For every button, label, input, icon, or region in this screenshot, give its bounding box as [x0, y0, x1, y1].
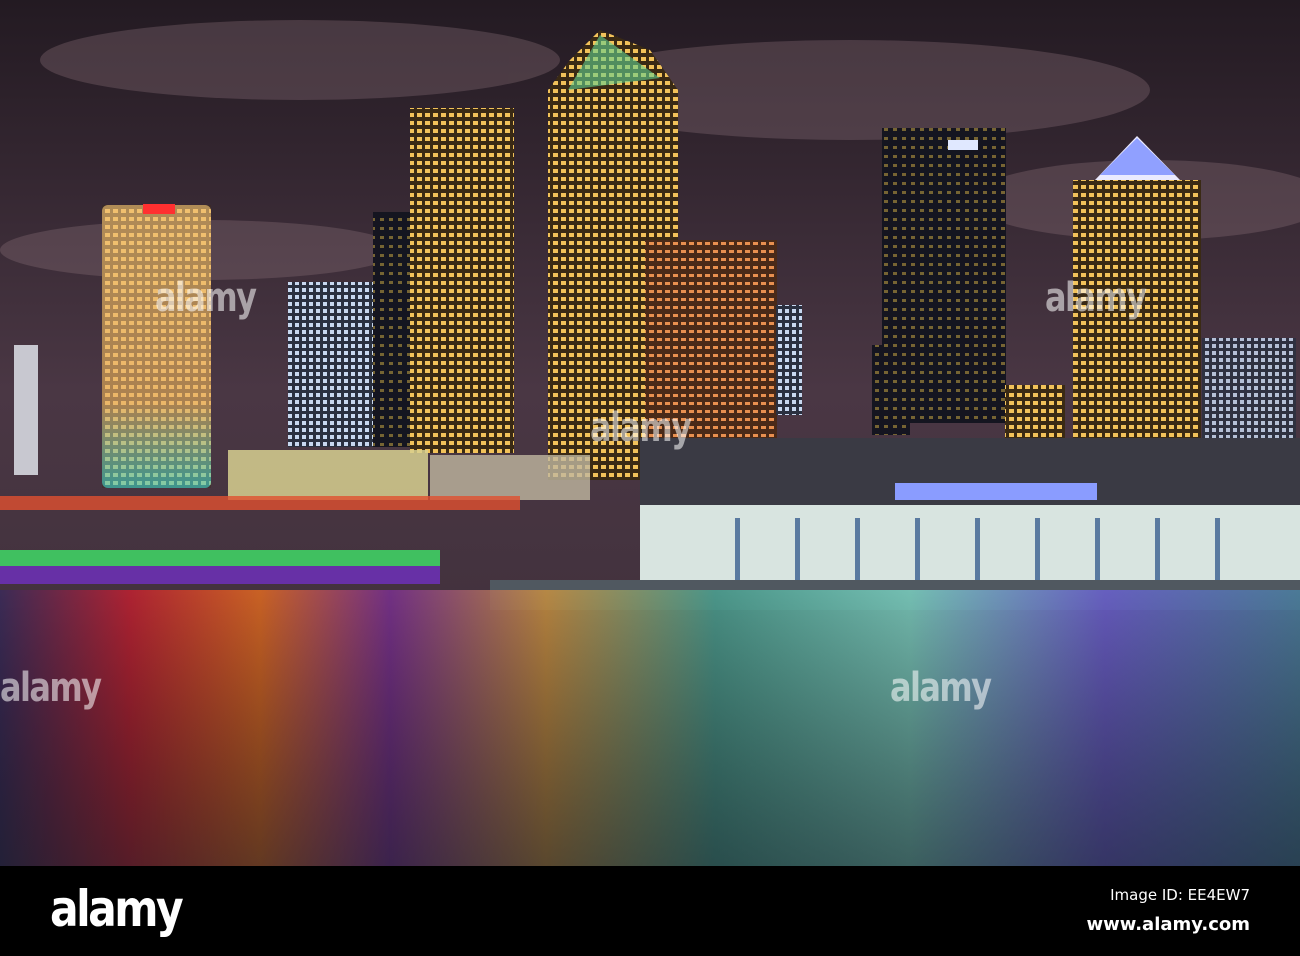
watermark: alamy [155, 275, 257, 321]
alamy-logo: alamy [50, 880, 184, 938]
watermark: alamy [0, 665, 102, 711]
overpass [0, 496, 520, 510]
watermark: alamy [1045, 275, 1147, 321]
watermark: alamy [590, 405, 692, 451]
image-id: Image ID: EE4EW7 [1110, 886, 1250, 904]
stock-photo: alamy alamy alamy alamy alamy alamy Imag… [0, 0, 1300, 956]
website-link: www.alamy.com [1086, 914, 1250, 935]
bridge [0, 550, 440, 566]
glass-tower [288, 282, 378, 447]
blue-light-band [895, 483, 1097, 500]
tall-tower [410, 108, 514, 453]
footer-bar: alamy Image ID: EE4EW7 www.alamy.com [0, 866, 1300, 956]
left-tower [14, 345, 38, 475]
dark-tower [373, 212, 411, 447]
watermark: alamy [890, 665, 992, 711]
